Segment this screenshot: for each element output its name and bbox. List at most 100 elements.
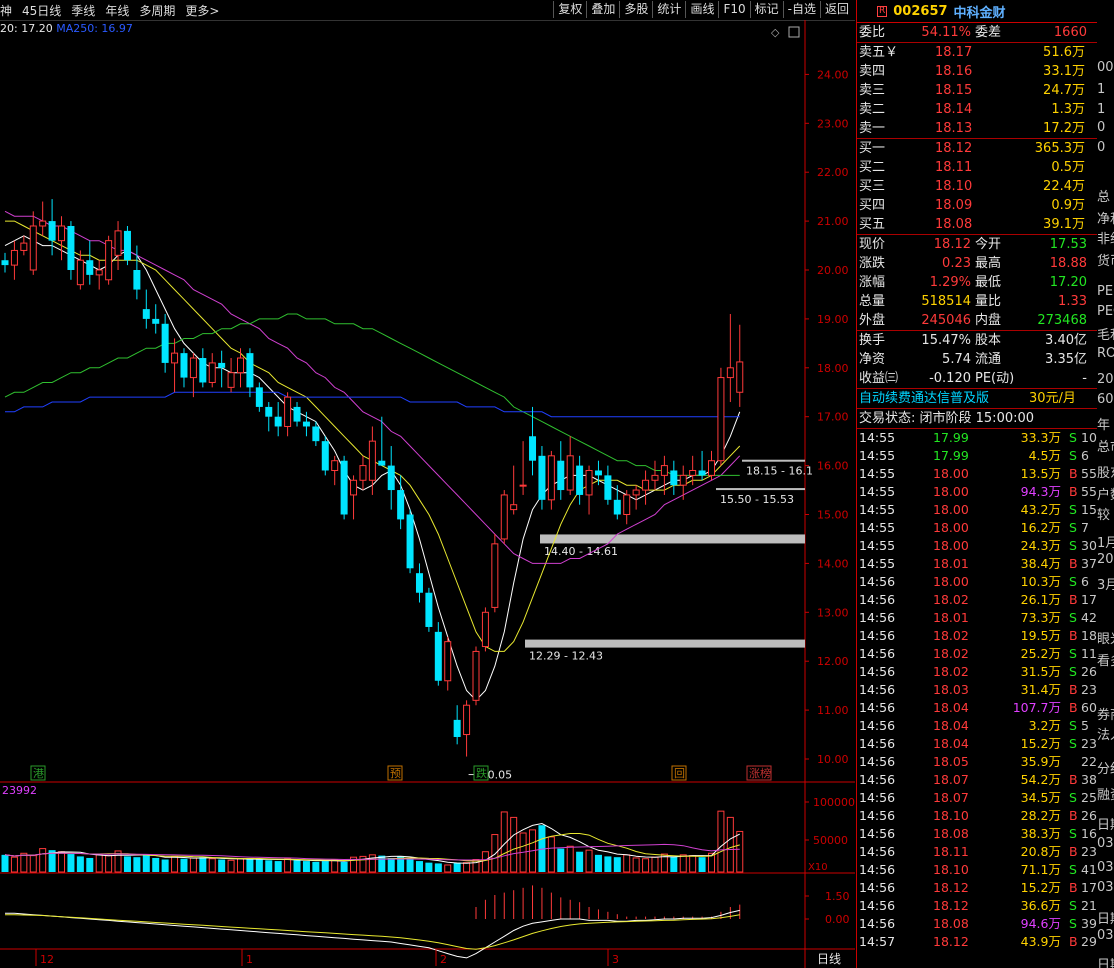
bid-price: 18.08 <box>935 217 973 232</box>
period-item[interactable]: 季线 <box>71 2 95 19</box>
tick-list[interactable]: 14:55 17.99 33.3万 S 10 14:55 17.99 4.5万 S 6 14:55 1… <box>857 429 1097 951</box>
toolbar-button[interactable]: 标记 <box>749 1 783 18</box>
event-marker-label[interactable]: 回 <box>674 767 685 780</box>
tick-side: S <box>1069 736 1077 751</box>
bid-row[interactable]: 买一 18.12 365.3万 <box>857 139 1097 158</box>
price-tick-label: 10.00 <box>817 753 849 766</box>
weibi-value: 54.11% <box>921 25 971 40</box>
volume-bar <box>623 854 631 873</box>
tick-count: 10 <box>1081 430 1097 445</box>
volume-bar <box>331 859 339 873</box>
ask-row[interactable]: 卖五￥ 18.17 51.6万 <box>857 43 1097 62</box>
volume-bar <box>632 857 640 873</box>
event-marker-label[interactable]: 涨榜 <box>749 766 771 780</box>
ask-row[interactable]: 卖二 18.14 1.3万 <box>857 100 1097 119</box>
toolbar-actions: 复权 叠加 多股 统计 画线 F10 标记 -自选 返回 <box>553 1 853 18</box>
volume-bar <box>218 859 226 872</box>
margin-badge: R <box>877 5 888 17</box>
toolbar-button[interactable]: 叠加 <box>586 1 619 18</box>
tick-volume: 107.7万 <box>1012 700 1061 715</box>
bid-price: 18.12 <box>935 141 973 156</box>
fundamental-label: 流通 <box>975 352 1002 367</box>
tick-volume: 33.3万 <box>1020 430 1061 445</box>
bid-row[interactable]: 买四 18.09 0.9万 <box>857 196 1097 215</box>
period-item[interactable]: 年线 <box>105 2 129 19</box>
toolbar-button[interactable]: 返回 <box>819 1 853 18</box>
tick-side: S <box>1069 898 1077 913</box>
event-marker-label[interactable]: 预 <box>390 767 401 780</box>
period-label[interactable]: 日线 <box>817 952 841 966</box>
price-tick-label: 24.00 <box>817 68 849 81</box>
candle <box>510 465 518 515</box>
tick-volume: 4.5万 <box>1028 448 1061 463</box>
tick-volume: 10.3万 <box>1020 574 1061 589</box>
tick-price: 18.07 <box>933 772 969 787</box>
tick-volume: 94.6万 <box>1020 916 1061 931</box>
period-item[interactable]: 神 <box>0 2 12 19</box>
tick-side: B <box>1069 484 1078 499</box>
subscription-ad[interactable]: 自动续费通达信普及版 30元/月 <box>857 389 1097 409</box>
tick-side: S <box>1069 538 1077 553</box>
ask-row[interactable]: 卖一 18.13 17.2万 <box>857 119 1097 138</box>
bid-price: 18.09 <box>935 198 973 213</box>
bid-label: 买二 <box>859 160 886 175</box>
tick-count: 29 <box>1081 934 1097 949</box>
volume-bar <box>698 857 706 872</box>
tick-volume: 94.3万 <box>1020 484 1061 499</box>
stock-name[interactable]: 中科金财 <box>954 2 1006 21</box>
toolbar-button[interactable]: -自选 <box>782 1 820 18</box>
toolbar-button[interactable]: 画线 <box>685 1 718 18</box>
toolbar-button[interactable]: 统计 <box>652 1 685 18</box>
volume-bar <box>425 862 433 872</box>
bid-row[interactable]: 买三 18.10 22.4万 <box>857 177 1097 196</box>
candle <box>463 700 471 757</box>
volume-tick-label: 50000 <box>813 834 848 847</box>
period-item[interactable]: 更多> <box>185 2 219 19</box>
tick-price: 18.05 <box>933 754 969 769</box>
ad-text: 自动续费通达信普及版 <box>859 391 990 406</box>
tick-time: 14:56 <box>859 772 896 787</box>
price-tick-label: 12.00 <box>817 655 849 668</box>
volume-bar <box>293 860 301 872</box>
tick-side: B <box>1069 556 1078 571</box>
volume-bar <box>463 862 471 873</box>
tick-side: B <box>1069 844 1078 859</box>
tick-count: 38 <box>1081 772 1097 787</box>
tick-row: 14:56 18.03 31.4万 B 23 <box>857 681 1097 699</box>
stat-value: 17.53 <box>1049 237 1087 252</box>
period-item[interactable]: 45日线 <box>22 2 61 19</box>
candle <box>58 216 66 261</box>
side-column-item: 券商 <box>1097 708 1114 723</box>
candle <box>500 490 508 544</box>
tick-count: 22 <box>1081 754 1097 769</box>
bid-row[interactable]: 买二 18.11 0.5万 <box>857 158 1097 177</box>
candle <box>359 455 367 491</box>
ask-volume: 1.3万 <box>1051 102 1085 117</box>
side-column-item: 总 <box>1097 190 1111 205</box>
tick-price: 17.99 <box>933 448 969 463</box>
ask-row[interactable]: 卖三 18.15 24.7万 <box>857 81 1097 100</box>
volume-bar <box>312 861 320 872</box>
volume-bar <box>679 854 687 873</box>
tick-volume: 73.3万 <box>1020 610 1061 625</box>
stock-code[interactable]: 002657 <box>893 4 947 19</box>
toolbar-button[interactable]: 多股 <box>619 1 652 18</box>
ask-row[interactable]: 卖四 18.16 33.1万 <box>857 62 1097 81</box>
toolbar-button[interactable]: F10 <box>718 1 749 18</box>
event-marker-label[interactable]: 港 <box>33 767 44 780</box>
tick-count: 7 <box>1081 520 1089 535</box>
tick-time: 14:56 <box>859 736 896 751</box>
kline-chart[interactable]: 24.0023.0022.0021.0020.0019.0018.0017.00… <box>0 20 855 968</box>
tick-row: 14:56 18.12 36.6万 S 21 <box>857 897 1097 915</box>
period-item[interactable]: 多周期 <box>139 2 175 19</box>
event-marker-label[interactable]: 跌 <box>476 766 487 780</box>
volume-unit: X10 <box>808 862 828 873</box>
bid-row[interactable]: 买五 18.08 39.1万 <box>857 215 1097 234</box>
volume-bar <box>434 863 442 872</box>
toolbar-button[interactable]: 复权 <box>553 1 586 18</box>
tick-price: 18.00 <box>933 484 969 499</box>
tick-count: 21 <box>1081 898 1097 913</box>
candle <box>265 402 273 432</box>
bid-volume: 39.1万 <box>1043 217 1085 232</box>
tick-row: 14:55 18.00 43.2万 S 15 <box>857 501 1097 519</box>
